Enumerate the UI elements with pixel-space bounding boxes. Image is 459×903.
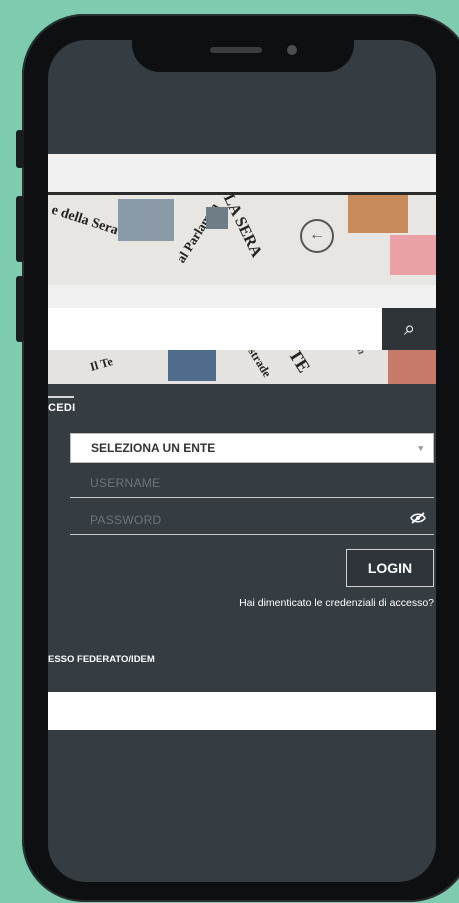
forgot-credentials-link[interactable]: Hai dimenticato le credenziali di access… (239, 597, 434, 609)
password-field[interactable]: PASSWORD (70, 505, 434, 535)
footer-bar (48, 692, 436, 730)
side-button-volume-down (16, 276, 24, 342)
eye-slash-icon[interactable] (410, 505, 426, 535)
arrow-left-circle-icon[interactable]: ← (300, 219, 334, 253)
phone-screen: e della Sera al Parlamen LA SERA ← Il Te… (48, 40, 436, 882)
username-field[interactable]: USERNAME (70, 468, 434, 498)
newspaper-photo (348, 195, 408, 233)
newspaper-banner: e della Sera al Parlamen LA SERA ← Il Te… (48, 154, 436, 384)
speaker-icon (210, 47, 262, 53)
camera-icon (287, 45, 297, 55)
entity-select[interactable]: SELEZIONA UN ENTE ▾ (70, 433, 434, 463)
side-button-volume-up (16, 196, 24, 262)
search-icon: ⌕ (404, 318, 416, 340)
login-button[interactable]: LOGIN (346, 549, 434, 587)
newspaper-headline: e della Sera (49, 202, 120, 239)
newspaper-photo (390, 235, 436, 275)
chevron-down-icon: ▾ (418, 443, 423, 453)
password-placeholder: PASSWORD (90, 513, 162, 527)
federated-access-link[interactable]: ESSO FEDERATO/IDEM (48, 654, 155, 665)
phone-notch (132, 24, 354, 72)
side-button-mute (16, 130, 24, 168)
search-input[interactable] (48, 308, 382, 350)
newspaper-headline: Il Te (88, 354, 115, 374)
entity-select-value: SELEZIONA UN ENTE (91, 441, 216, 455)
username-placeholder: USERNAME (90, 476, 161, 490)
tab-accedi[interactable]: CEDI (48, 402, 75, 414)
search-button[interactable]: ⌕ (382, 308, 436, 350)
tab-underline (48, 396, 74, 398)
newspaper-photo (118, 199, 174, 241)
newspaper-strip-top: e della Sera al Parlamen LA SERA (48, 191, 436, 285)
